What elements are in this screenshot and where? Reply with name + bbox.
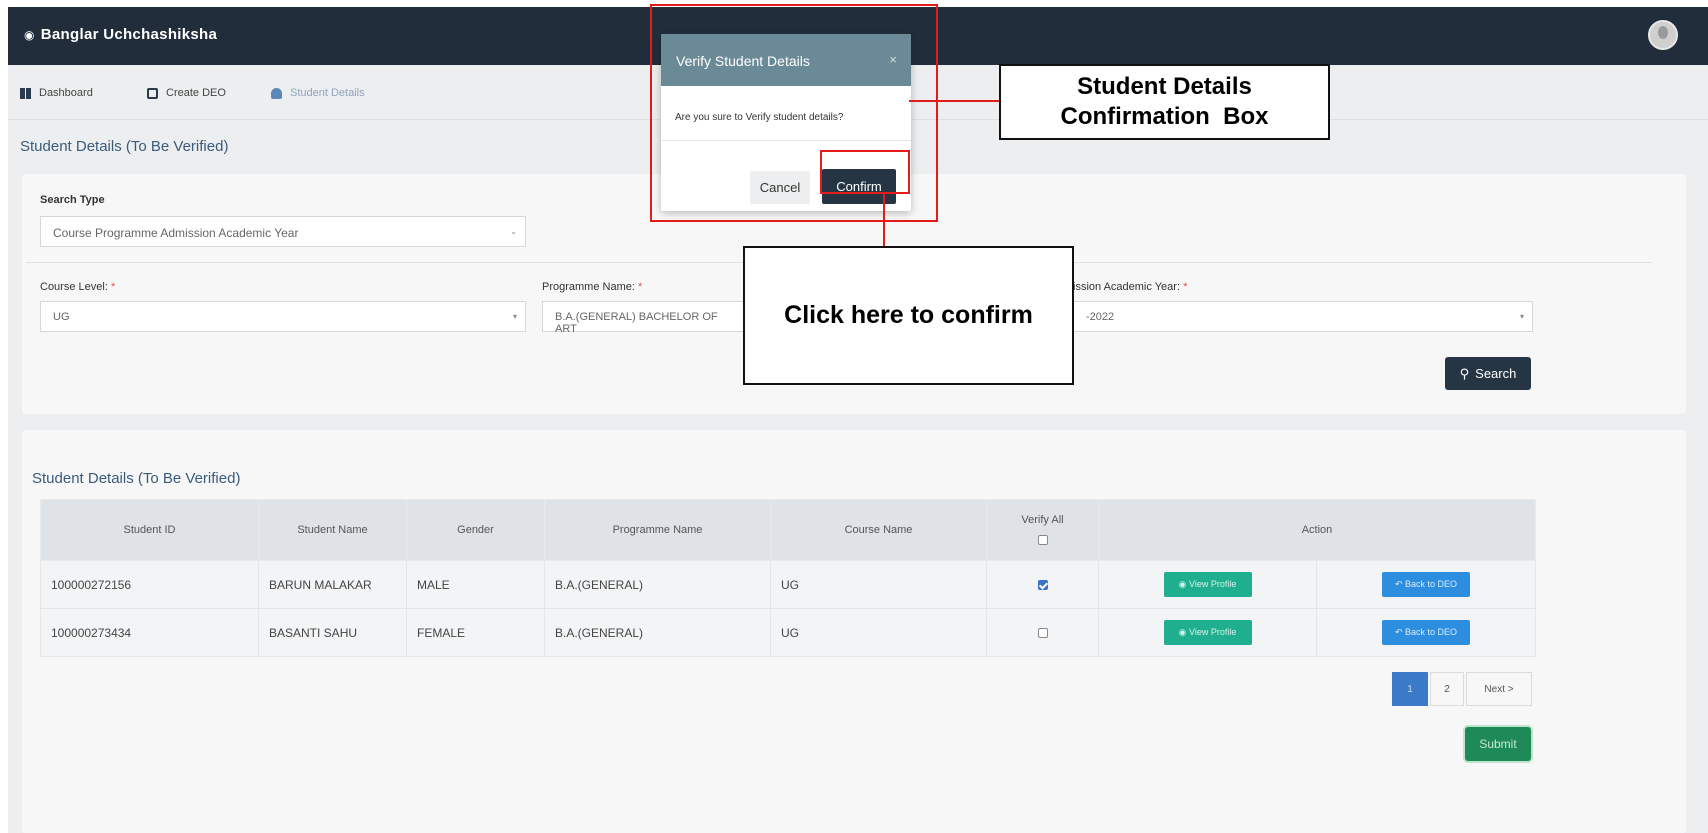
chevron-down-icon: ▾ xyxy=(1519,312,1524,321)
nav-item-label: Student Details xyxy=(290,87,365,99)
column-header: Course Name xyxy=(770,499,987,561)
programme-name-select[interactable]: B.A.(GENERAL) BACHELOR OF ART xyxy=(542,301,752,335)
programme-cell: B.A.(GENERAL) xyxy=(544,608,771,657)
search-type-value: Course Programme Admission Academic Year xyxy=(53,226,299,240)
nav-item-label: Create DEO xyxy=(166,87,226,99)
gender-cell: MALE xyxy=(406,560,545,609)
verify-checkbox[interactable] xyxy=(1037,580,1048,591)
verify-checkbox[interactable] xyxy=(1037,628,1048,639)
back-to-deo-label: Back to DEO xyxy=(1405,627,1458,637)
nav-item-student-details[interactable]: Student Details xyxy=(271,87,365,99)
graduation-cap-icon: ◉ xyxy=(24,28,35,42)
view-profile-cell: ◉ View Profile xyxy=(1098,560,1317,609)
course-level-label-text: Course Level: xyxy=(40,281,108,293)
column-header: Gender xyxy=(406,499,545,561)
submit-button[interactable]: Submit xyxy=(1465,727,1531,761)
view-profile-cell: ◉ View Profile xyxy=(1098,608,1317,657)
course-level-label: Course Level: * xyxy=(40,281,115,293)
programme-cell: B.A.(GENERAL) xyxy=(544,560,771,609)
app-title-text: Banglar Uchchashiksha xyxy=(40,26,218,43)
programme-name-label-text: Programme Name: xyxy=(542,281,635,293)
chevron-down-icon: ▾ xyxy=(512,312,517,321)
column-header: Student Name xyxy=(258,499,407,561)
back-to-deo-button[interactable]: ↶ Back to DEO xyxy=(1382,572,1470,597)
back-to-deo-label: Back to DEO xyxy=(1405,579,1458,589)
column-header: Action xyxy=(1098,499,1536,561)
programme-name-value: B.A.(GENERAL) BACHELOR OF ART xyxy=(555,311,718,335)
nav-item-dashboard[interactable]: Dashboard xyxy=(20,87,93,99)
page-1-button[interactable]: 1 xyxy=(1392,672,1428,706)
verify-all-header: Verify All xyxy=(986,499,1099,561)
user-icon xyxy=(271,87,282,99)
required-mark: * xyxy=(110,281,116,293)
callout-line-2: Confirmation Box xyxy=(1060,103,1269,130)
eye-icon: ◉ xyxy=(1178,579,1189,589)
table-row: 100000273434 BASANTI SAHU FEMALE B.A.(GE… xyxy=(40,608,1536,657)
nav-item-label: Dashboard xyxy=(39,87,93,99)
required-mark: * xyxy=(1183,281,1188,293)
view-profile-label: View Profile xyxy=(1189,627,1237,637)
view-profile-button[interactable]: ◉ View Profile xyxy=(1163,620,1252,645)
student-id-cell: 100000272156 xyxy=(40,560,259,609)
verify-cell xyxy=(986,608,1099,657)
callout-connector xyxy=(883,193,885,247)
confirmation-box-callout: Student Details Confirmation Box xyxy=(999,64,1330,140)
back-to-deo-cell: ↶ Back to DEO xyxy=(1316,560,1536,609)
student-name-cell: BASANTI SAHU xyxy=(258,608,407,657)
course-level-value: UG xyxy=(53,311,70,323)
verify-all-checkbox[interactable] xyxy=(1037,535,1048,546)
search-type-select[interactable]: Course Programme Admission Academic Year… xyxy=(40,216,526,247)
confirm-callout: Click here to confirm xyxy=(743,246,1074,385)
back-to-deo-button[interactable]: ↶ Back to DEO xyxy=(1382,620,1470,645)
admission-year-select[interactable]: -2022 ▾ xyxy=(1073,301,1533,332)
student-table: Student ID Student Name Gender Programme… xyxy=(40,499,1536,657)
gender-cell: FEMALE xyxy=(406,608,545,657)
eye-icon: ◉ xyxy=(1178,627,1189,637)
required-mark: * xyxy=(637,281,643,293)
avatar[interactable] xyxy=(1648,20,1678,50)
nav-item-create-deo[interactable]: Create DEO xyxy=(147,87,226,99)
admission-year-value: -2022 xyxy=(1086,311,1115,323)
admission-year-label: ission Academic Year: * xyxy=(1073,281,1187,293)
section-title: Student Details (To Be Verified) xyxy=(32,470,241,487)
column-header: Student ID xyxy=(40,499,259,561)
page-2-button[interactable]: 2 xyxy=(1430,672,1464,706)
course-cell: UG xyxy=(770,608,987,657)
student-name-cell: BARUN MALAKAR xyxy=(258,560,407,609)
app-title[interactable]: ◉ Banglar Uchchashiksha xyxy=(24,26,217,43)
reply-icon: ↶ xyxy=(1394,627,1405,637)
search-type-label: Search Type xyxy=(40,194,105,206)
avatar-head xyxy=(1658,26,1668,39)
verify-cell xyxy=(986,560,1099,609)
course-cell: UG xyxy=(770,560,987,609)
grid-icon xyxy=(20,87,31,99)
student-id-cell: 100000273434 xyxy=(40,608,259,657)
callout-connector xyxy=(909,100,1000,102)
page-title: Student Details (To Be Verified) xyxy=(20,138,229,155)
search-button[interactable]: ⚲ Search xyxy=(1445,357,1531,390)
view-profile-button[interactable]: ◉ View Profile xyxy=(1163,572,1252,597)
chevron-down-icon: ⌄ xyxy=(510,227,517,236)
next-page-button[interactable]: Next > xyxy=(1466,672,1532,706)
view-profile-label: View Profile xyxy=(1189,579,1237,589)
table-header-row: Student ID Student Name Gender Programme… xyxy=(40,499,1536,561)
programme-name-label: Programme Name: * xyxy=(542,281,642,293)
admission-year-label-text: ission Academic Year: xyxy=(1073,281,1181,293)
reply-icon: ↶ xyxy=(1394,579,1405,589)
search-button-label: Search xyxy=(1475,366,1517,381)
course-level-select[interactable]: UG ▾ xyxy=(40,301,526,332)
search-icon: ⚲ xyxy=(1459,365,1470,381)
document-icon xyxy=(147,87,158,99)
column-header: Programme Name xyxy=(544,499,771,561)
table-row: 100000272156 BARUN MALAKAR MALE B.A.(GEN… xyxy=(40,560,1536,609)
verify-all-label: Verify All xyxy=(1021,514,1064,526)
back-to-deo-cell: ↶ Back to DEO xyxy=(1316,608,1536,657)
confirm-button-highlight xyxy=(820,150,910,194)
callout-line-1: Student Details xyxy=(1077,73,1252,100)
